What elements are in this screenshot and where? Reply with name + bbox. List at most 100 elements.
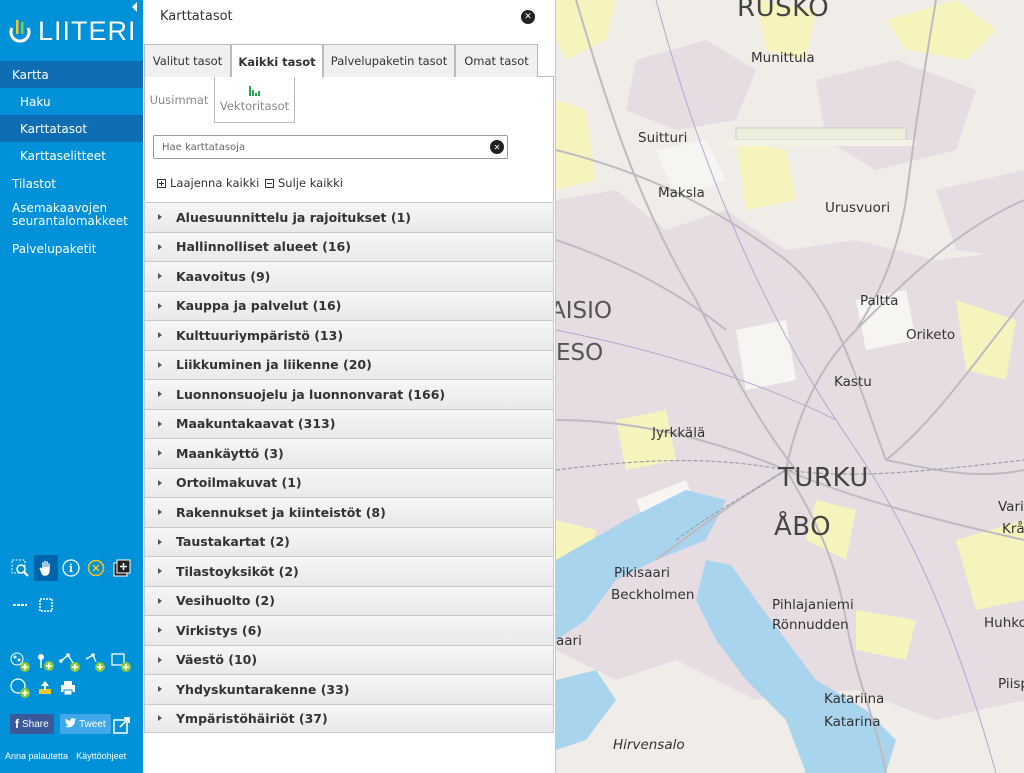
subtab-uusimmat-label: Uusimmat xyxy=(149,93,209,107)
collapse-icon xyxy=(265,178,274,188)
measure-area-icon[interactable] xyxy=(35,594,57,616)
help-link[interactable]: Käyttöohjeet xyxy=(76,751,126,761)
upload-icon[interactable] xyxy=(34,677,56,699)
layer-group-row[interactable]: Tilastoyksiköt (2) xyxy=(144,556,554,586)
expand-arrow-icon xyxy=(158,686,162,693)
layer-group-row[interactable]: Ympäristöhäiriöt (37) xyxy=(144,703,554,733)
layer-group-row[interactable]: Kulttuuriympäristö (13) xyxy=(144,320,554,350)
logo-icon xyxy=(8,18,32,44)
add-area-icon[interactable] xyxy=(110,651,132,673)
zoom-box-icon[interactable] xyxy=(9,557,31,579)
map[interactable]: RUSKO Munittula Suitturi Maksla Urusvuor… xyxy=(556,0,1024,773)
layer-group-row[interactable]: Vesihuolto (2) xyxy=(144,585,554,615)
expand-arrow-icon xyxy=(158,627,162,634)
layer-group-row[interactable]: Maakuntakaavat (313) xyxy=(144,408,554,438)
nav-palvelupaketit[interactable]: Palvelupaketit xyxy=(0,235,143,262)
clear-search-icon[interactable]: ✕ xyxy=(490,140,504,154)
layer-group-row[interactable]: Rakennukset ja kiinteistöt (8) xyxy=(144,497,554,527)
share-link-icon[interactable] xyxy=(111,714,133,736)
twitter-tweet-button[interactable]: Tweet xyxy=(60,714,111,734)
layer-group-label: Yhdyskuntarakenne (33) xyxy=(176,681,350,697)
nav-karttaselitteet[interactable]: Karttaselitteet xyxy=(0,142,143,169)
logo: LIITERI xyxy=(8,14,137,48)
add-point-icon[interactable] xyxy=(34,651,56,673)
map-label-piispa: Piispa xyxy=(998,676,1024,692)
svg-text:i: i xyxy=(69,562,73,575)
feedback-link[interactable]: Anna palautetta xyxy=(5,751,68,761)
map-label-rusko: RUSKO xyxy=(737,0,830,23)
edit-line-icon[interactable] xyxy=(84,651,106,673)
print-icon[interactable] xyxy=(57,677,79,699)
layer-group-label: Väestö (10) xyxy=(176,652,258,668)
layer-group-row[interactable]: Liikkuminen ja liikenne (20) xyxy=(144,349,554,379)
layer-group-row[interactable]: Kauppa ja palvelut (16) xyxy=(144,290,554,320)
layer-group-row[interactable]: Yhdyskuntarakenne (33) xyxy=(144,674,554,704)
map-label-eso: ESO xyxy=(556,340,604,366)
facebook-icon: f xyxy=(15,717,19,731)
expand-arrow-icon xyxy=(158,597,162,604)
expand-all-label: Laajenna kaikki xyxy=(170,176,260,190)
expand-all-button[interactable]: Laajenna kaikki xyxy=(157,176,259,190)
expand-arrow-icon xyxy=(158,656,162,663)
close-icon[interactable]: ✕ xyxy=(521,10,535,24)
layer-group-row[interactable]: Ortoilmakuvat (1) xyxy=(144,467,554,497)
panel-title: Karttatasot xyxy=(160,9,233,24)
tab-kaikki-tasot[interactable]: Kaikki tasot xyxy=(231,44,323,78)
expand-arrow-icon xyxy=(158,420,162,427)
map-label-oriketo: Oriketo xyxy=(906,327,956,343)
subtab-vektoritasot[interactable]: Vektoritasot xyxy=(214,77,295,123)
layers-panel: Karttatasot ✕ Valitut tasot Kaikki tasot… xyxy=(143,0,556,773)
tab-omat-tasot[interactable]: Omat tasot xyxy=(455,44,538,77)
search-input[interactable] xyxy=(162,139,482,155)
map-label-suitturi: Suitturi xyxy=(638,130,688,146)
layer-group-label: Taustakartat (2) xyxy=(176,534,290,550)
pan-hand-icon[interactable] xyxy=(34,555,58,581)
layer-group-label: Ortoilmakuvat (1) xyxy=(176,475,302,491)
layer-group-row[interactable]: Virkistys (6) xyxy=(144,615,554,645)
map-label-abo: ÅBO xyxy=(774,512,832,542)
layer-group-row[interactable]: Maankäyttö (3) xyxy=(144,438,554,468)
layer-group-row[interactable]: Hallinnolliset alueet (16) xyxy=(144,231,554,261)
map-label-pikisaari: Pikisaari xyxy=(614,565,671,581)
nav-haku[interactable]: Haku xyxy=(0,88,143,115)
map-label-pihlajaniemi: Pihlajaniemi xyxy=(772,597,854,613)
add-circle-icon[interactable] xyxy=(9,677,31,699)
layer-group-row[interactable]: Väestö (10) xyxy=(144,644,554,674)
expand-arrow-icon xyxy=(158,273,162,280)
map-label-katarina: Katarina xyxy=(824,714,881,730)
map-label-beckholmen: Beckholmen xyxy=(611,587,695,603)
layer-group-row[interactable]: Kaavoitus (9) xyxy=(144,261,554,291)
add-layer-icon[interactable] xyxy=(111,557,133,579)
clear-selection-icon[interactable] xyxy=(85,557,107,579)
map-label-aari: aari xyxy=(556,633,582,649)
facebook-share-button[interactable]: f Share xyxy=(10,714,54,734)
tab-valitut-tasot[interactable]: Valitut tasot xyxy=(144,44,231,77)
collapse-all-button[interactable]: Sulje kaikki xyxy=(265,176,343,190)
nav-tilastot[interactable]: Tilastot xyxy=(0,170,143,197)
info-icon[interactable]: i xyxy=(60,557,82,579)
map-label-huhko: Huhko xyxy=(984,615,1024,631)
nav-asemakaavojen[interactable]: Asemakaavojen seurantalomakkeet xyxy=(0,200,128,230)
nav-kartta[interactable]: Kartta xyxy=(0,61,143,88)
map-label-vari: Vari xyxy=(998,499,1024,515)
search-box: ✕ xyxy=(153,135,508,159)
map-label-turku: TURKU xyxy=(778,463,869,493)
layer-group-row[interactable]: Luonnonsuojelu ja luonnonvarat (166) xyxy=(144,379,554,409)
add-marker-group-icon[interactable] xyxy=(9,651,31,673)
nav-karttatasot[interactable]: Karttatasot xyxy=(0,115,143,142)
map-label-aisio: AISIO xyxy=(556,298,613,324)
measure-line-icon[interactable] xyxy=(9,594,31,616)
layer-group-label: Kauppa ja palvelut (16) xyxy=(176,298,342,314)
layer-group-row[interactable]: Aluesuunnittelu ja rajoitukset (1) xyxy=(144,202,554,232)
add-line-icon[interactable] xyxy=(59,651,81,673)
footer-links: Anna palautetta Käyttöohjeet xyxy=(5,751,126,761)
map-label-maksla: Maksla xyxy=(658,185,705,201)
collapse-sidebar-icon[interactable] xyxy=(132,2,137,12)
expand-arrow-icon xyxy=(158,568,162,575)
tab-palvelupaketin-tasot[interactable]: Palvelupaketin tasot xyxy=(323,44,455,77)
layer-group-row[interactable]: Taustakartat (2) xyxy=(144,526,554,556)
subtab-uusimmat[interactable]: Uusimmat xyxy=(144,77,214,123)
layer-group-label: Rakennukset ja kiinteistöt (8) xyxy=(176,504,386,520)
twitter-tweet-label: Tweet xyxy=(79,718,106,730)
logo-text: LIITERI xyxy=(38,15,137,46)
